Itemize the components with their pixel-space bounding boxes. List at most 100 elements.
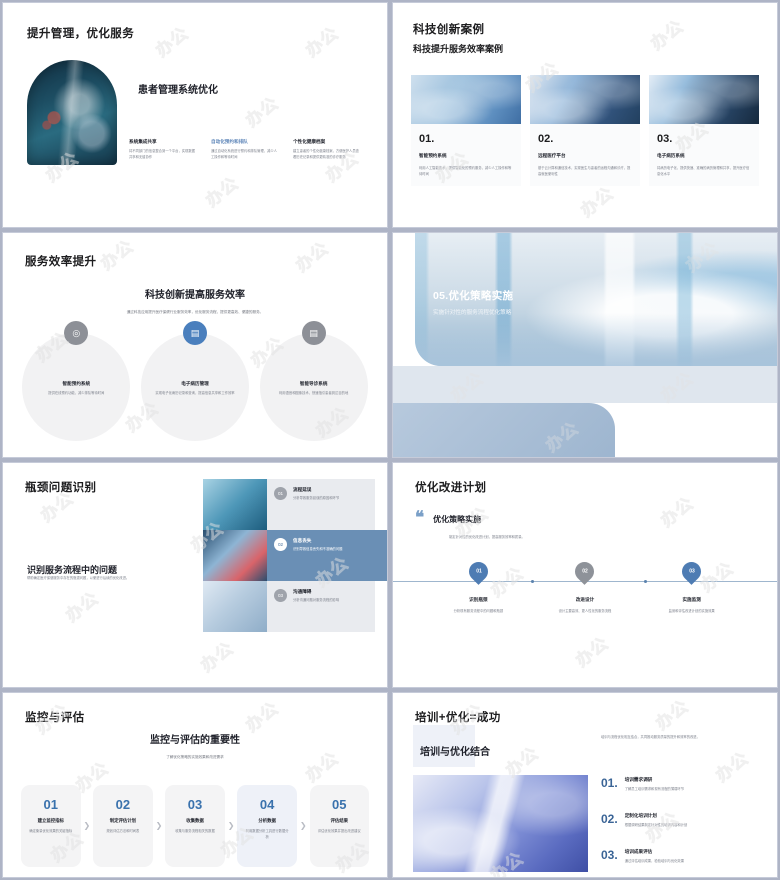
case-photo bbox=[411, 75, 521, 124]
page-title: 提升管理，优化服务 bbox=[27, 28, 135, 40]
monitor-step[interactable]: 02 制定评估计划 规划评估方法和时间表 bbox=[93, 785, 153, 867]
monitor-step[interactable]: 03 收集数据 收集与服务流程相关的数据 bbox=[165, 785, 225, 867]
case-desc: 基于云计算和通信技术，实现医生与患者的远程沟通和诊疗，提高就医便利性 bbox=[538, 166, 631, 176]
section-heading: 培训与优化结合 bbox=[420, 747, 490, 758]
step-number: 05 bbox=[332, 797, 347, 812]
lab-photo bbox=[413, 775, 588, 872]
step-label: 制定评估计划 bbox=[109, 818, 137, 823]
section-header: 科技创新提高服务效率 通过科技应用提升医疗保健行业服务效率，优化服务流程，提供更… bbox=[3, 286, 387, 315]
timeline-step[interactable]: 03 实施监测 监测和评估改进计划的实施效果 bbox=[646, 558, 738, 615]
chevron-right-icon: ❯ bbox=[155, 821, 163, 830]
item-desc: 通过评估培训成果，检验培训与优化效果 bbox=[624, 858, 685, 863]
efficiency-circle[interactable]: ◎ 智能预约系统 提供在线预约功能，减少排队等待时间 bbox=[22, 321, 131, 441]
efficiency-circle[interactable]: ▤ 电子病历管理 实现电子化病历记录和查询，提高信息共享和工作效率 bbox=[140, 321, 249, 441]
problem-label: 流程延误 bbox=[293, 487, 312, 492]
circle-label: 智能预约系统 bbox=[62, 381, 91, 386]
step-desc: 利用数据分析工具进行数据分析 bbox=[245, 829, 289, 839]
target-icon: ◎ bbox=[64, 321, 89, 345]
efficiency-circle-list: ◎ 智能预约系统 提供在线预约功能，减少排队等待时间 ▤ 电子病历管理 实现电子… bbox=[3, 321, 387, 441]
step-desc: 规划评估方法和时间表 bbox=[106, 829, 140, 833]
section-desc: 培训与流程优化相互结合，共同推动服务质量的提升和效率的改进。 bbox=[601, 735, 700, 739]
problem-label: 沟通障碍 bbox=[293, 589, 312, 594]
problem-photo bbox=[203, 479, 267, 530]
item-label: 定制化培训计划 bbox=[624, 812, 657, 818]
problem-number: 03 bbox=[274, 589, 287, 602]
problem-desc: 识别导致信息丢失和不准确的问题 bbox=[293, 547, 343, 551]
problem-photo bbox=[203, 581, 267, 632]
slide-1[interactable]: 办公 办公 办公 办公 办公 办公 提升管理，优化服务 患者管理系统优化 系统集… bbox=[2, 2, 388, 228]
feature-column[interactable]: 系统集成共享 将不同部门的信息整合到一个平台，实现数据共享和无缝协作 bbox=[129, 139, 197, 161]
section-heading: 科技创新提高服务效率 bbox=[145, 290, 245, 301]
problem-row-list: 01 流程延误 分析导致服务延误的原因和环节 02 信息丢失 识别导致信息丢失和… bbox=[203, 479, 387, 632]
timeline-step[interactable]: 02 改进设计 设计主要高效、更人性化的服务流程 bbox=[539, 558, 631, 615]
page-title: 科技创新案例 bbox=[413, 24, 485, 36]
section-heading: 优化策略实施 bbox=[433, 515, 482, 524]
problem-row-active[interactable]: 02 信息丢失 识别导致信息丢失和不准确的问题 » bbox=[203, 530, 387, 581]
efficiency-circle[interactable]: ▤ 智能导诊系统 利用语音和图像技术，快速指引患者到达目的地 bbox=[259, 321, 368, 441]
feature-desc: 将不同部门的信息整合到一个平台，实现数据共享和无缝协作 bbox=[129, 149, 195, 159]
step-label: 建立监控指标 bbox=[37, 818, 64, 823]
training-item[interactable]: 03. 培训成果评估 通过评估培训成果，检验培训与优化效果 bbox=[601, 849, 769, 865]
page-title: 优化改进计划 bbox=[415, 482, 487, 494]
case-desc: 利用人工智能技术，提供智能化的预约服务，减少人工操作和等待时间 bbox=[419, 166, 512, 176]
monitor-step[interactable]: 05 评估结果 评估优化效果并提出改进建议 bbox=[309, 785, 369, 867]
timeline-step-list: 01 识别瓶颈 分析现有服务流程中的问题和瓶颈 02 改进设计 设计主要高效、更… bbox=[393, 558, 777, 615]
problem-row[interactable]: 01 流程延误 分析导致服务延误的原因和环节 bbox=[203, 479, 375, 530]
problem-desc: 分析沟通问题对服务流程的影响 bbox=[293, 598, 340, 602]
feature-column[interactable]: 自动化预约和排队 通过自动化系统进行预约和排队管理，减少人工操作和等待时间 bbox=[211, 139, 279, 161]
circle-desc: 提供在线预约功能，减少排队等待时间 bbox=[48, 391, 105, 395]
slide-6[interactable]: 办公 办公 办公 办公 办公 优化改进计划 ❝ 优化策略实施 制定针对性的优化改… bbox=[392, 462, 778, 688]
training-item[interactable]: 02. 定制化培训计划 根据调研结果制定针对性的培训内容和计划 bbox=[601, 813, 769, 829]
item-desc: 了解员工培训需求和现有流程的薄弱环节 bbox=[624, 787, 685, 791]
step-desc: 设计主要高效、更人性化的服务流程 bbox=[558, 609, 612, 613]
step-desc: 分析现有服务流程中的问题和瓶颈 bbox=[453, 609, 504, 613]
feature-desc: 通过自动化系统进行预约和排队管理，减少人工操作和等待时间 bbox=[211, 149, 277, 159]
training-item-list: 01. 培训需求调研 了解员工培训需求和现有流程的薄弱环节 02. 定制化培训计… bbox=[601, 777, 769, 877]
case-card[interactable]: 02. 远程医疗平台 基于云计算和通信技术，实现医生与患者的远程沟通和诊疗，提高… bbox=[530, 75, 640, 186]
section-heading: 监控与评估的重要性 bbox=[150, 735, 240, 746]
item-desc: 根据调研结果制定针对性的培训内容和计划 bbox=[624, 822, 688, 827]
divider-band bbox=[393, 366, 777, 403]
case-card-list: 01. 智能预约系统 利用人工智能技术，提供智能化的预约服务，减少人工操作和等待… bbox=[411, 75, 759, 186]
case-number: 01. bbox=[419, 133, 435, 145]
feature-label: 个性化健康档案 bbox=[293, 139, 326, 144]
slide-deck: 办公 办公 办公 办公 办公 办公 提升管理，优化服务 患者管理系统优化 系统集… bbox=[0, 0, 780, 880]
monitor-step[interactable]: 04 分析数据 利用数据分析工具进行数据分析 bbox=[237, 785, 297, 867]
case-desc: 将病历电子化，提供快速、准确的病历管理和共享，提升医疗信息化水平 bbox=[657, 166, 750, 176]
case-label: 远程医疗平台 bbox=[538, 153, 566, 158]
training-item[interactable]: 01. 培训需求调研 了解员工培训需求和现有流程的薄弱环节 bbox=[601, 777, 769, 793]
arrow-background bbox=[375, 530, 387, 581]
problem-photo bbox=[203, 530, 267, 581]
step-number: 02 bbox=[582, 568, 588, 575]
step-number: 03 bbox=[187, 797, 203, 812]
case-photo bbox=[649, 75, 759, 124]
circle-label: 智能导诊系统 bbox=[299, 381, 328, 386]
slide-2[interactable]: 办公 办公 办公 办公 办公 科技创新案例 科技提升服务效率案例 01. 智能预… bbox=[392, 2, 778, 228]
slide-4[interactable]: 05.优化策略实施 实施针对性的服务流程优化策略 办公 办公 办公 办公 bbox=[392, 232, 778, 458]
problem-row[interactable]: 03 沟通障碍 分析沟通问题对服务流程的影响 bbox=[203, 581, 375, 632]
section-desc: 帮助确定医疗保健服务中存在的瓶颈问题，以便进行后续的优化改进。 bbox=[27, 576, 130, 580]
step-number: 01 bbox=[475, 568, 482, 575]
slide-3[interactable]: 办公 办公 办公 办公 办公 办公 服务效率提升 科技创新提高服务效率 通过科技… bbox=[2, 232, 388, 458]
chevron-right-icon: ❯ bbox=[83, 821, 91, 830]
case-card[interactable]: 01. 智能预约系统 利用人工智能技术，提供智能化的预约服务，减少人工操作和等待… bbox=[411, 75, 521, 186]
slide-7[interactable]: 办公 办公 办公 办公 办公 办公 办公 监控与评估 监控与评估的重要性 了解优… bbox=[2, 692, 388, 878]
timeline-step[interactable]: 01 识别瓶颈 分析现有服务流程中的问题和瓶颈 bbox=[432, 558, 524, 615]
monitor-step[interactable]: 01 建立监控指标 确定衡量优化效果的关键指标 bbox=[21, 785, 81, 867]
feature-column[interactable]: 个性化健康档案 建立患者的个性化健康档案，方便医护人员查看历史记录和提供更精准的… bbox=[293, 139, 361, 161]
page-title: 培训+优化=成功 bbox=[415, 712, 501, 724]
case-label: 电子病历系统 bbox=[657, 153, 685, 158]
step-number: 01 bbox=[43, 797, 58, 812]
problem-number: 02 bbox=[274, 538, 287, 551]
section-desc: 制定针对性的优化改进计划，提高服务效率和质量。 bbox=[449, 535, 525, 539]
step-label: 识别瓶颈 bbox=[469, 597, 488, 602]
pin-icon: 02 bbox=[571, 558, 599, 585]
section-subtitle: 通过科技应用提升医疗保健行业服务效率，优化服务流程，提供更高效、便捷的服务。 bbox=[126, 310, 264, 314]
section-subtitle: 了解优化策略的实施效果和改进需求 bbox=[166, 755, 224, 759]
step-desc: 监测和评估改进计划的实施效果 bbox=[668, 609, 715, 613]
circle-desc: 实现电子化病历记录和查询，提高信息共享和工作效率 bbox=[155, 391, 235, 395]
slide-8[interactable]: 办公 办公 办公 办公 办公 办公 培训+优化=成功 培训与优化结合 培训与流程… bbox=[392, 692, 778, 878]
case-card[interactable]: 03. 电子病历系统 将病历电子化，提供快速、准确的病历管理和共享，提升医疗信息… bbox=[649, 75, 759, 186]
slide-5[interactable]: 办公 办公 办公 办公 办公 瓶颈问题识别 识别服务流程中的问题 帮助确定医疗保… bbox=[2, 462, 388, 688]
case-number: 03. bbox=[657, 133, 673, 145]
